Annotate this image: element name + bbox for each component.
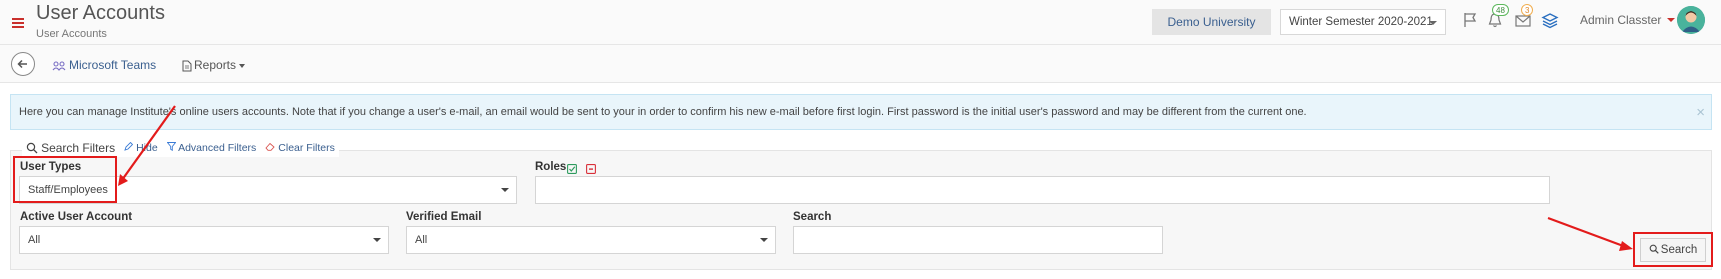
hide-filters-link[interactable]: Hide — [124, 141, 158, 154]
chevron-down-icon — [760, 238, 768, 242]
pencil-icon — [124, 141, 134, 151]
chevron-down-icon — [373, 238, 381, 242]
back-button[interactable] — [11, 52, 35, 76]
chevron-down-icon — [239, 63, 246, 68]
eraser-icon — [265, 142, 276, 151]
chevron-down-icon — [1429, 21, 1437, 25]
flag-icon[interactable] — [1461, 11, 1479, 29]
menu-icon[interactable] — [12, 18, 24, 28]
select-all-icon[interactable] — [567, 164, 577, 174]
chevron-down-icon[interactable] — [1667, 18, 1675, 22]
layers-icon[interactable] — [1541, 11, 1559, 29]
breadcrumb: User Accounts — [36, 28, 107, 40]
close-icon[interactable]: × — [1696, 104, 1705, 121]
top-header: User Accounts User Accounts Demo Univers… — [0, 0, 1721, 45]
search-filters-header: Search Filters Hide Advanced Filters Cle… — [22, 141, 339, 157]
reports-dropdown[interactable]: Reports — [182, 58, 246, 72]
document-icon — [182, 60, 192, 72]
chevron-down-icon — [501, 188, 509, 192]
notifications-badge: 48 — [1492, 4, 1509, 16]
reports-label: Reports — [194, 58, 237, 72]
info-text: Here you can manage Institute's online u… — [19, 106, 1307, 118]
active-user-account-value: All — [28, 234, 41, 246]
search-label: Search — [793, 211, 832, 223]
toolbar: Microsoft Teams Reports — [0, 45, 1721, 83]
highlight-box-search-button — [1633, 232, 1713, 267]
microsoft-teams-link[interactable]: Microsoft Teams — [52, 58, 156, 72]
active-user-account-label: Active User Account — [20, 211, 133, 223]
hide-label: Hide — [136, 142, 158, 154]
search-filters-title: Search Filters — [41, 141, 116, 155]
advanced-filters-label: Advanced Filters — [178, 142, 257, 154]
university-button[interactable]: Demo University — [1152, 9, 1271, 35]
highlight-box-user-types — [13, 156, 117, 203]
clear-filters-label: Clear Filters — [278, 142, 335, 154]
verified-email-label: Verified Email — [406, 211, 482, 223]
verified-email-select[interactable]: All — [406, 226, 776, 254]
search-icon — [26, 142, 38, 154]
teams-icon — [52, 61, 66, 71]
filter-icon — [166, 142, 177, 152]
page-title: User Accounts — [36, 2, 165, 24]
roles-input[interactable] — [535, 176, 1550, 204]
verified-email-value: All — [415, 234, 428, 246]
semester-select-value: Winter Semester 2020-2021 — [1289, 16, 1433, 28]
info-alert: Here you can manage Institute's online u… — [10, 94, 1712, 130]
roles-label: Roles — [535, 161, 567, 173]
clear-filters-link[interactable]: Clear Filters — [265, 142, 335, 154]
user-avatar-icon — [1677, 6, 1705, 34]
advanced-filters-link[interactable]: Advanced Filters — [166, 142, 257, 154]
semester-select[interactable]: Winter Semester 2020-2021 — [1280, 9, 1446, 35]
search-input[interactable] — [793, 226, 1163, 254]
avatar[interactable] — [1677, 6, 1705, 34]
active-user-account-select[interactable]: All — [19, 226, 389, 254]
user-name[interactable]: Admin Classter — [1580, 13, 1661, 27]
deselect-all-icon[interactable] — [586, 164, 596, 174]
microsoft-teams-label: Microsoft Teams — [69, 58, 157, 72]
arrow-left-icon — [17, 59, 27, 69]
